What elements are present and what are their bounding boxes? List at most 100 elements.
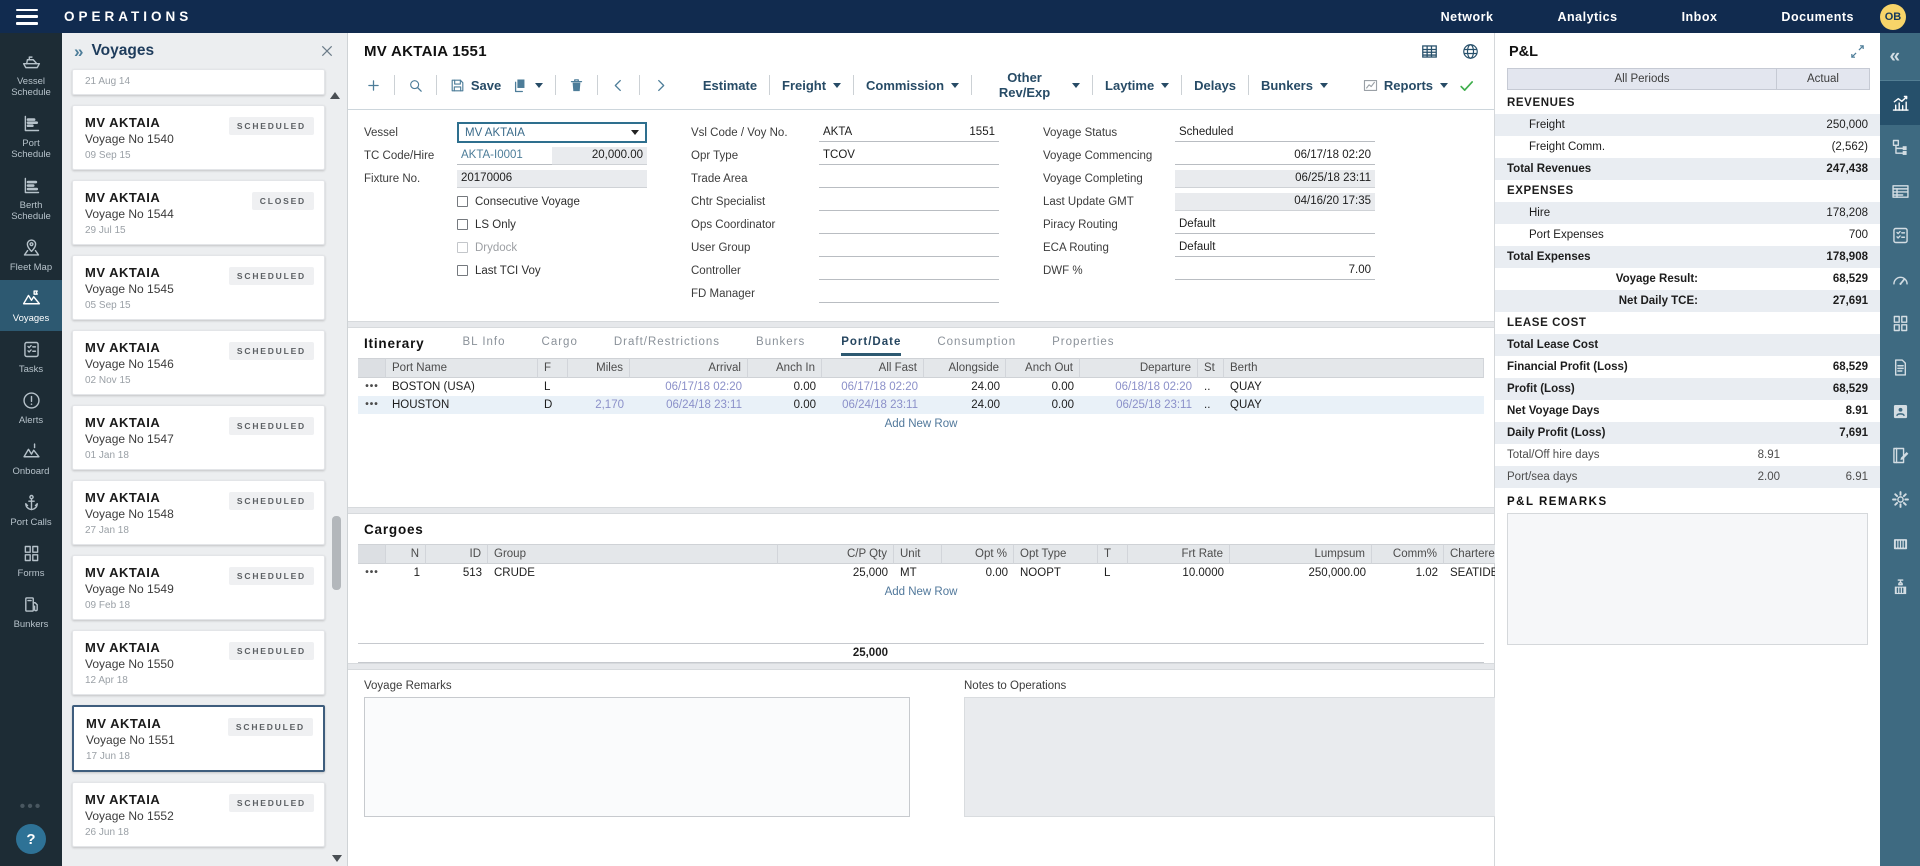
delays-button[interactable]: Delays <box>1189 75 1241 96</box>
close-panel-icon[interactable] <box>319 43 335 59</box>
help-button[interactable]: ? <box>16 824 46 854</box>
cell-id[interactable]: 513 <box>426 564 488 582</box>
laytime-button[interactable]: Laytime <box>1100 75 1174 96</box>
sidebar-item-voyages[interactable]: Voyages <box>0 280 62 331</box>
avatar[interactable]: OB <box>1880 4 1906 30</box>
cell-arrival[interactable]: 06/24/18 23:11 <box>630 396 748 414</box>
cell-anch-in[interactable]: 0.00 <box>748 396 822 414</box>
tab-cargo[interactable]: Cargo <box>542 336 578 356</box>
tc-code-hire-rate-field[interactable]: 20,000.00 <box>552 147 647 165</box>
pnl-period-header[interactable]: All Periods <box>1508 69 1777 89</box>
cell-st[interactable]: .. <box>1198 396 1224 414</box>
voyage-card[interactable]: MV AKTAIAVoyage No 155012 Apr 18SCHEDULE… <box>72 630 325 695</box>
add-button[interactable] <box>360 74 387 97</box>
cell-opt[interactable]: 0.00 <box>942 564 1014 582</box>
voyage-card[interactable]: MV AKTAIAVoyage No 154909 Feb 18SCHEDULE… <box>72 555 325 620</box>
cell-anch-out[interactable]: 0.00 <box>1006 396 1080 414</box>
piracy-routing-field[interactable]: Default <box>1175 216 1375 234</box>
tab-draft-restrictions[interactable]: Draft/Restrictions <box>614 336 720 356</box>
sidebar-item-tasks[interactable]: Tasks <box>0 331 62 382</box>
rail-item-performance[interactable] <box>1880 257 1920 301</box>
rail-item-cargo[interactable] <box>1880 521 1920 565</box>
globe-icon[interactable] <box>1461 42 1480 61</box>
chtr-specialist-field[interactable] <box>819 193 999 211</box>
rail-item-contacts[interactable] <box>1880 389 1920 433</box>
bunkers-button[interactable]: Bunkers <box>1256 75 1333 96</box>
user-group-field[interactable] <box>819 239 999 257</box>
cell-t[interactable]: L <box>1098 564 1128 582</box>
itinerary-add-new-row-link[interactable]: Add New Row <box>348 414 1494 433</box>
cell-group[interactable]: CRUDE <box>488 564 778 582</box>
voyage-card[interactable]: MV AKTAIAVoyage No 154009 Sep 15SCHEDULE… <box>72 105 325 170</box>
grid-view-icon[interactable] <box>1420 42 1439 61</box>
top-nav-network[interactable]: Network <box>1441 10 1494 24</box>
voyage-remarks-input[interactable] <box>364 697 910 817</box>
rail-item-pnl-view[interactable] <box>1880 81 1920 125</box>
checkbox-ls-only[interactable]: LS Only <box>457 215 647 234</box>
cell-st[interactable]: .. <box>1198 378 1224 396</box>
voyage-card[interactable]: MV AKTAIAVoyage No 154429 Jul 15CLOSED <box>72 180 325 245</box>
cell-all-fast[interactable]: 06/17/18 02:20 <box>822 378 924 396</box>
voyage-completing-field[interactable]: 06/25/18 23:11 <box>1175 170 1375 188</box>
tab-consumption[interactable]: Consumption <box>937 336 1016 356</box>
tab-properties[interactable]: Properties <box>1052 336 1114 356</box>
tc-code-hire-code-field[interactable]: AKTA-I0001 <box>457 147 552 165</box>
fd-manager-field[interactable] <box>819 285 999 303</box>
cell-c-p-qty[interactable]: 25,000 <box>778 564 894 582</box>
cell-alongside[interactable]: 24.00 <box>924 378 1006 396</box>
sidebar-item-alerts[interactable]: Alerts <box>0 382 62 433</box>
voyage-card[interactable]: 21 Aug 14 <box>72 69 325 95</box>
sidebar-item-onboard[interactable]: Onboard <box>0 433 62 484</box>
cell-berth[interactable]: QUAY <box>1224 396 1484 414</box>
cargoes-add-new-row-link[interactable]: Add New Row <box>348 582 1494 601</box>
cell-port-name[interactable]: BOSTON (USA) <box>386 378 538 396</box>
cell-comm[interactable]: 1.02 <box>1372 564 1444 582</box>
voyage-card[interactable]: MV AKTAIAVoyage No 154701 Jan 18SCHEDULE… <box>72 405 325 470</box>
rail-item-settings[interactable] <box>1880 477 1920 521</box>
menu-icon[interactable] <box>16 9 38 25</box>
freight-button[interactable]: Freight <box>777 75 846 96</box>
copy-button[interactable] <box>506 74 548 97</box>
eca-routing-field[interactable]: Default <box>1175 239 1375 257</box>
cell-arrival[interactable]: 06/17/18 02:20 <box>630 378 748 396</box>
scroll-up-arrow[interactable] <box>330 75 340 99</box>
tab-bl-info[interactable]: BL Info <box>462 336 505 356</box>
estimate-button[interactable]: Estimate <box>698 75 762 96</box>
sidebar-item-bunkers[interactable]: Bunkers <box>0 586 62 637</box>
cell-anch-in[interactable]: 0.00 <box>748 378 822 396</box>
cell-f[interactable]: D <box>538 396 568 414</box>
save-button[interactable]: Save <box>444 74 506 97</box>
opr-type-field[interactable]: TCOV <box>819 147 999 165</box>
cell-miles[interactable]: 2,170 <box>568 396 630 414</box>
voyage-card[interactable]: MV AKTAIAVoyage No 155117 Jun 18SCHEDULE… <box>72 705 325 772</box>
cell-lumpsum[interactable]: 250,000.00 <box>1230 564 1372 582</box>
cell-alongside[interactable]: 24.00 <box>924 396 1006 414</box>
checkbox-last-tci-voy[interactable]: Last TCI Voy <box>457 261 647 280</box>
top-nav-analytics[interactable]: Analytics <box>1557 10 1617 24</box>
search-button[interactable] <box>402 74 429 97</box>
sidebar-item-port-schedule[interactable]: Port Schedule <box>0 105 62 167</box>
expand-pnl-icon[interactable] <box>1849 43 1866 60</box>
cell-frt-rate[interactable]: 10.0000 <box>1128 564 1230 582</box>
sidebar-item-fleet-map[interactable]: Fleet Map <box>0 229 62 280</box>
voyage-card[interactable]: MV AKTAIAVoyage No 155226 Jun 18SCHEDULE… <box>72 782 325 847</box>
voyage-card[interactable]: MV AKTAIAVoyage No 154602 Nov 15SCHEDULE… <box>72 330 325 395</box>
checkbox-consecutive-voyage[interactable]: Consecutive Voyage <box>457 192 647 211</box>
cell-opt-type[interactable]: NOOPT <box>1014 564 1098 582</box>
reports-button[interactable]: Reports <box>1357 74 1453 97</box>
vessel-code-field[interactable]: AKTA <box>819 124 909 142</box>
top-nav-documents[interactable]: Documents <box>1781 10 1854 24</box>
row-menu-icon[interactable]: ••• <box>358 396 386 414</box>
controller-field[interactable] <box>819 262 999 280</box>
last-update-gmt-field[interactable]: 04/16/20 17:35 <box>1175 193 1375 211</box>
next-button[interactable] <box>647 74 674 97</box>
rail-item-notes[interactable] <box>1880 433 1920 477</box>
voyage-commencing-field[interactable]: 06/17/18 02:20 <box>1175 147 1375 165</box>
cell-f[interactable]: L <box>538 378 568 396</box>
vessel-select[interactable]: MV AKTAIA <box>457 122 647 143</box>
rail-item-voyage-structure[interactable] <box>1880 125 1920 169</box>
validate-button[interactable] <box>1453 74 1480 97</box>
dwf-field[interactable]: 7.00 <box>1175 262 1375 280</box>
trade-area-field[interactable] <box>819 170 999 188</box>
row-menu-icon[interactable]: ••• <box>358 378 386 396</box>
